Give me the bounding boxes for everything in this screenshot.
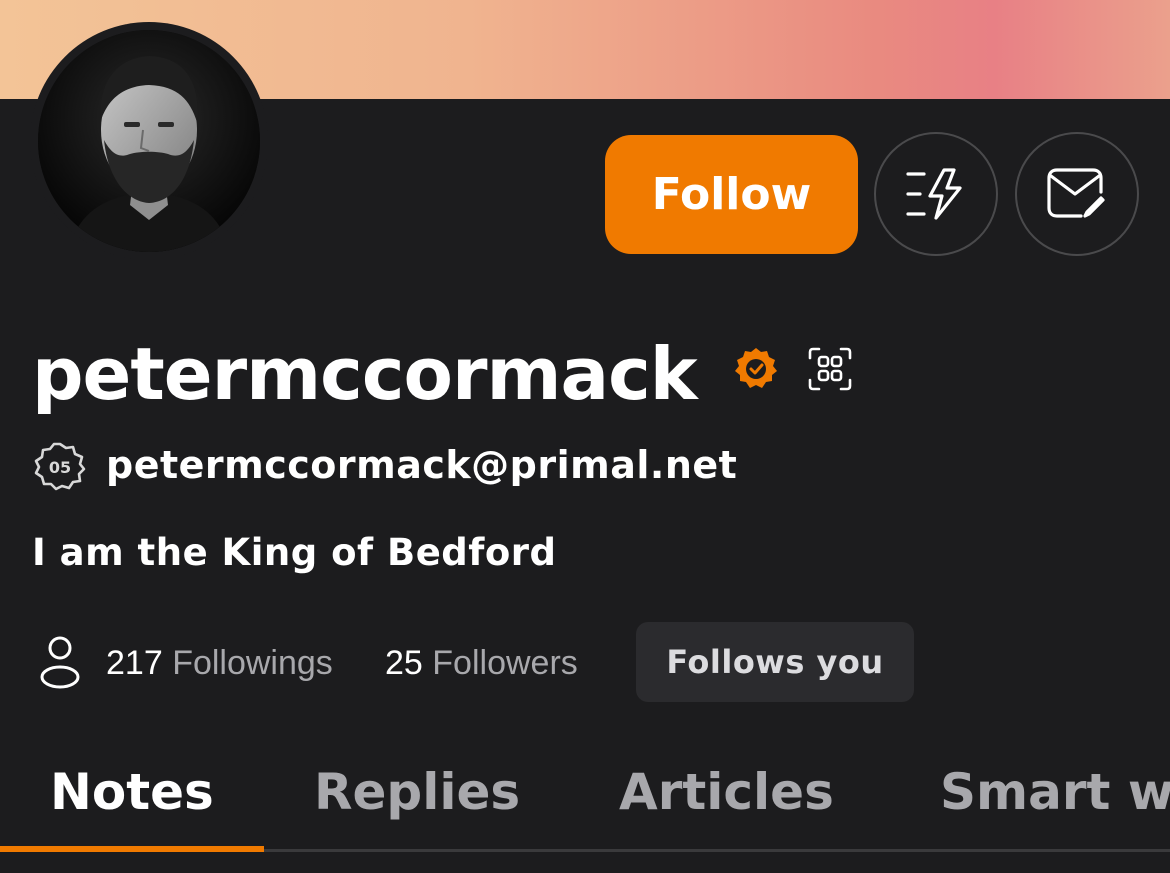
message-button[interactable] <box>1015 132 1139 256</box>
follows-you-badge: Follows you <box>636 622 914 702</box>
nip05-badge-text: 05 <box>49 458 71 477</box>
tab-articles[interactable]: Articles <box>619 756 834 828</box>
follow-button[interactable]: Follow <box>605 135 858 254</box>
person-icon <box>40 636 80 689</box>
profile-bio: I am the King of Bedford <box>32 531 557 574</box>
tab-smart[interactable]: Smart w <box>940 756 1170 828</box>
tab-divider <box>264 849 1170 852</box>
profile-username: petermccormack <box>32 332 698 416</box>
tab-replies[interactable]: Replies <box>314 756 520 828</box>
tab-active-indicator <box>0 846 264 852</box>
nip05-badge-icon: 05 <box>33 441 87 493</box>
followings-count: 217 <box>106 644 163 682</box>
tab-notes[interactable]: Notes <box>50 756 214 828</box>
qr-code-icon[interactable] <box>806 346 854 392</box>
verified-badge-icon <box>735 348 777 388</box>
zap-button[interactable] <box>874 132 998 256</box>
zap-icon <box>906 168 962 220</box>
avatar[interactable] <box>30 22 268 260</box>
followers-label: Followers <box>432 644 578 682</box>
avatar-image <box>38 30 260 252</box>
followers-count: 25 <box>385 644 423 682</box>
followers-stat[interactable]: 25 Followers <box>385 640 578 686</box>
followings-stat[interactable]: 217 Followings <box>106 640 333 686</box>
message-icon <box>1047 168 1105 218</box>
nip05-address: petermccormack@primal.net <box>106 443 738 487</box>
avatar-portrait-icon <box>38 30 260 252</box>
followings-label: Followings <box>172 644 333 682</box>
